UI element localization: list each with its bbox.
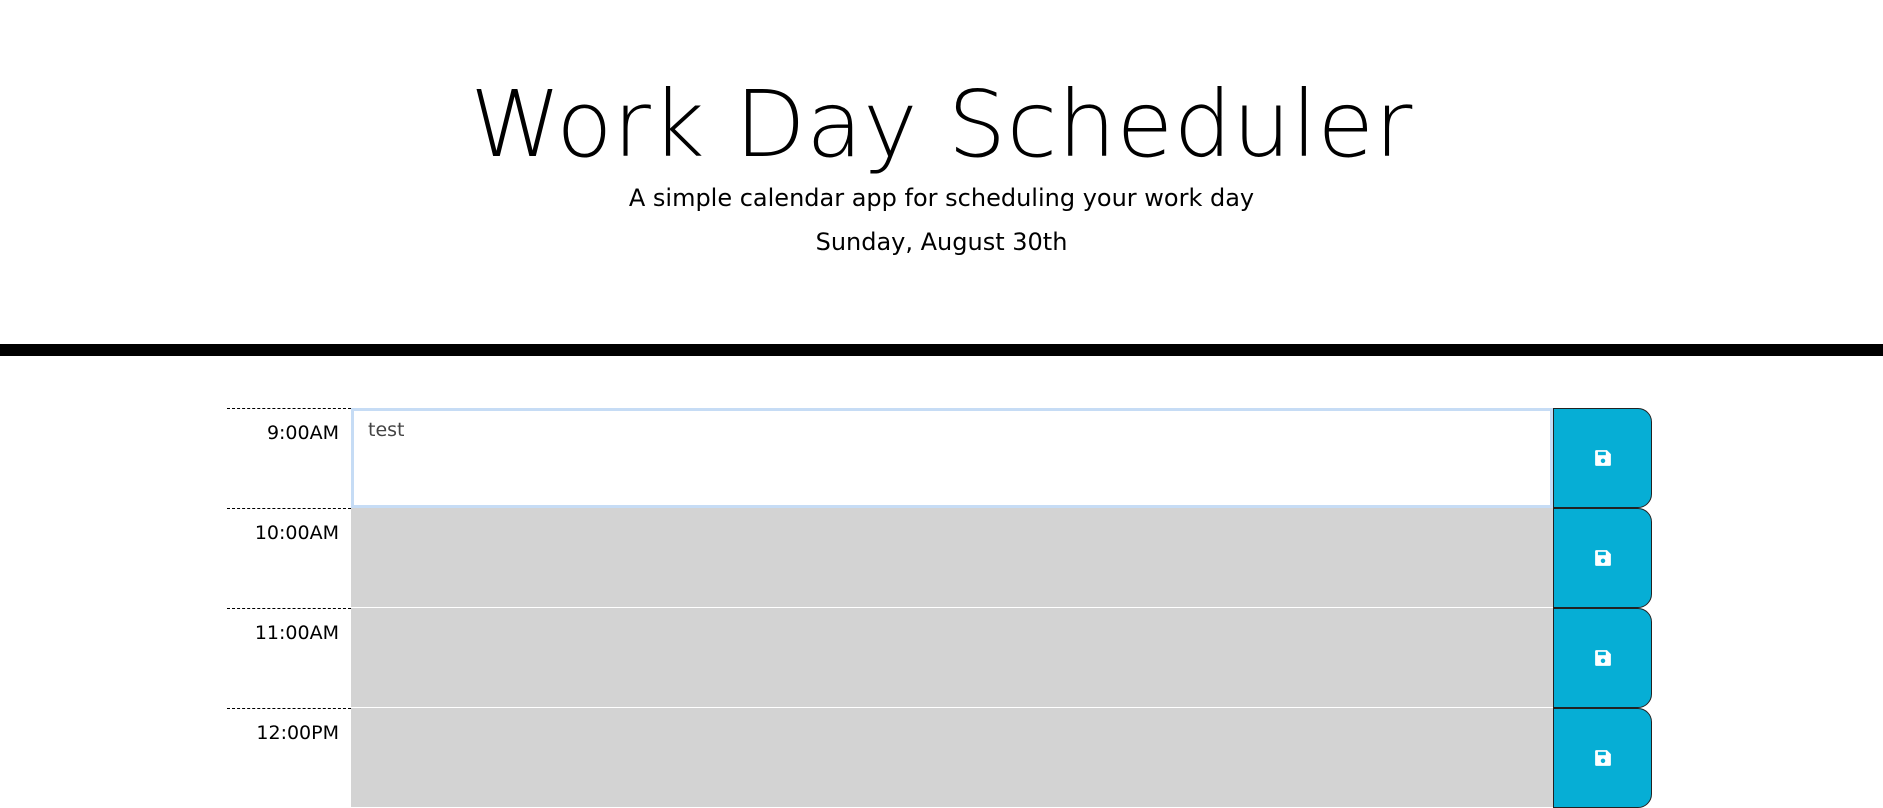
page-title: Work Day Scheduler: [470, 71, 1413, 178]
event-description-input[interactable]: [351, 508, 1553, 608]
save-button[interactable]: [1553, 708, 1652, 808]
time-block: 9:00AM test: [227, 408, 1652, 508]
floppy-disk-icon: [1594, 650, 1611, 666]
time-block: 10:00AM: [227, 508, 1652, 608]
hour-label: 9:00AM: [227, 408, 351, 508]
page-subtitle: A simple calendar app for scheduling you…: [628, 184, 1255, 212]
hour-label: 12:00PM: [227, 708, 351, 808]
floppy-disk-icon: [1594, 450, 1611, 466]
schedule-container: 9:00AM test 10:00AM 11:00AM 12:00PM: [227, 408, 1652, 808]
hour-label: 11:00AM: [227, 608, 351, 708]
floppy-disk-icon: [1594, 750, 1611, 766]
save-button[interactable]: [1553, 608, 1652, 708]
time-block: 12:00PM: [227, 708, 1652, 808]
hour-label: 10:00AM: [227, 508, 351, 608]
event-description-input[interactable]: [351, 708, 1553, 808]
event-description-input[interactable]: test: [351, 408, 1553, 508]
save-button[interactable]: [1553, 508, 1652, 608]
floppy-disk-icon: [1594, 550, 1611, 566]
event-description-input[interactable]: [351, 608, 1553, 708]
header: Work Day Scheduler A simple calendar app…: [0, 0, 1883, 356]
save-button[interactable]: [1553, 408, 1652, 508]
time-block: 11:00AM: [227, 608, 1652, 708]
current-day: Sunday, August 30th: [815, 228, 1068, 256]
